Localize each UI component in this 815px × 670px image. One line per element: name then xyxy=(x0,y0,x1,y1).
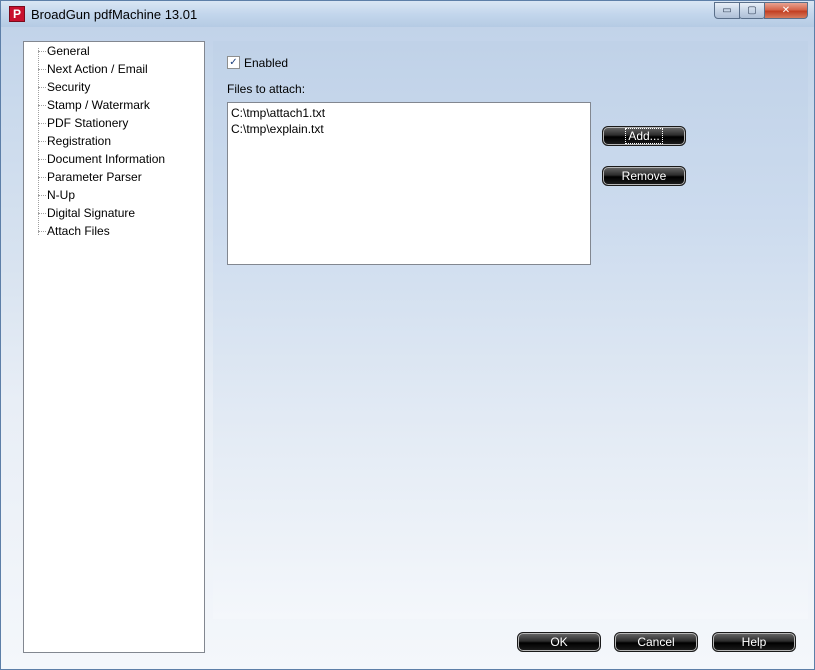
tree-connector-branch xyxy=(38,177,46,178)
tree-connector-branch xyxy=(38,231,46,232)
tree-connector-branch xyxy=(38,87,46,88)
tree-item-document-information[interactable]: Document Information xyxy=(47,150,165,168)
tree-connector-branch xyxy=(38,141,46,142)
list-item[interactable]: C:\tmp\explain.txt xyxy=(231,121,587,137)
tree-item-next-action-email[interactable]: Next Action / Email xyxy=(47,60,148,78)
settings-tree: General Next Action / Email Security Sta… xyxy=(23,41,205,653)
files-to-attach-label: Files to attach: xyxy=(227,82,306,96)
tree-connector-branch xyxy=(38,105,46,106)
pdfmachine-app-icon[interactable]: P xyxy=(9,6,25,22)
enabled-checkbox[interactable]: ✓ xyxy=(227,56,240,69)
enabled-checkbox-label[interactable]: Enabled xyxy=(244,56,288,70)
help-button[interactable]: Help xyxy=(712,632,796,652)
close-icon[interactable]: ✕ xyxy=(764,2,808,19)
tree-item-attach-files[interactable]: Attach Files xyxy=(47,222,110,240)
tree-item-n-up[interactable]: N-Up xyxy=(47,186,75,204)
add-button-label: Add... xyxy=(625,128,663,144)
tree-connector-branch xyxy=(38,195,46,196)
window-title: BroadGun pdfMachine 13.01 xyxy=(31,7,198,22)
window-controls: ▭ ▢ ✕ xyxy=(714,2,808,19)
minimize-icon[interactable]: ▭ xyxy=(714,2,740,19)
title-bar[interactable]: P BroadGun pdfMachine 13.01 ▭ ▢ ✕ xyxy=(1,1,814,27)
tree-item-registration[interactable]: Registration xyxy=(47,132,111,150)
tree-connector-branch xyxy=(38,213,46,214)
cancel-button[interactable]: Cancel xyxy=(614,632,698,652)
list-item[interactable]: C:\tmp\attach1.txt xyxy=(231,105,587,121)
tree-item-general[interactable]: General xyxy=(47,42,90,60)
tree-item-pdf-stationery[interactable]: PDF Stationery xyxy=(47,114,128,132)
tree-item-parameter-parser[interactable]: Parameter Parser xyxy=(47,168,142,186)
maximize-icon[interactable]: ▢ xyxy=(739,2,765,19)
files-listbox[interactable]: C:\tmp\attach1.txt C:\tmp\explain.txt xyxy=(227,102,591,265)
tree-connector-branch xyxy=(38,159,46,160)
tree-connector-branch xyxy=(38,123,46,124)
tree-connector-branch xyxy=(38,69,46,70)
add-button[interactable]: Add... xyxy=(602,126,686,146)
remove-button[interactable]: Remove xyxy=(602,166,686,186)
tree-item-security[interactable]: Security xyxy=(47,78,90,96)
app-window: P BroadGun pdfMachine 13.01 ▭ ▢ ✕ Genera… xyxy=(0,0,815,670)
tree-connector-branch xyxy=(38,51,46,52)
tree-item-stamp-watermark[interactable]: Stamp / Watermark xyxy=(47,96,150,114)
tree-item-digital-signature[interactable]: Digital Signature xyxy=(47,204,135,222)
ok-button[interactable]: OK xyxy=(517,632,601,652)
